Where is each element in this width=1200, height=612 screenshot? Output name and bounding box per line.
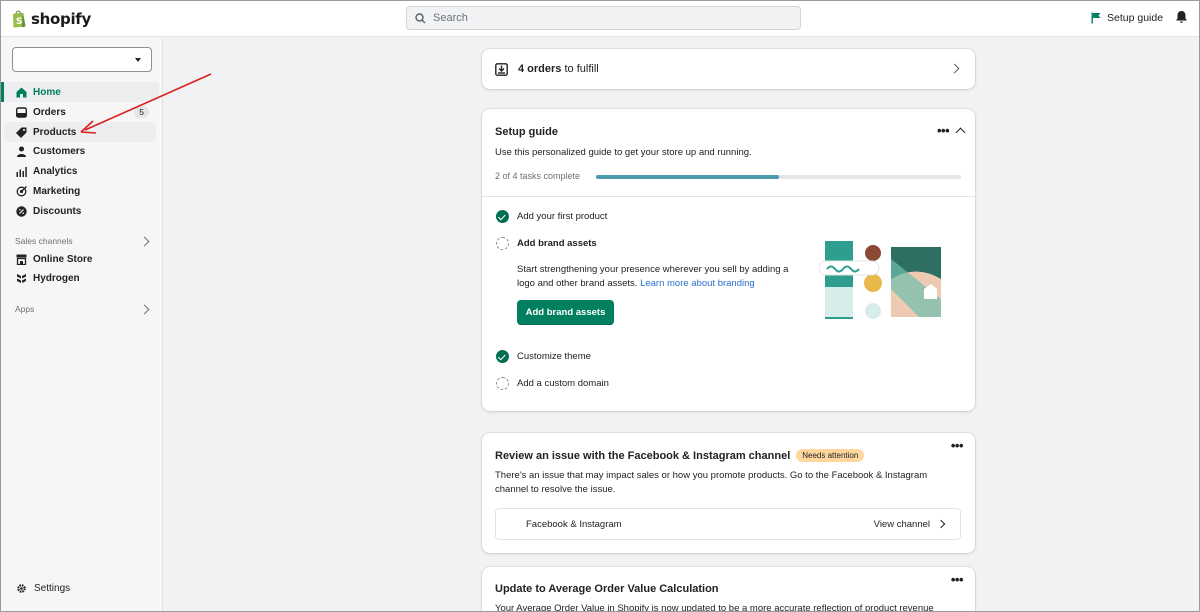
brand-name: shopify xyxy=(31,9,91,28)
task-label: Add brand assets xyxy=(517,238,597,249)
orders-icon xyxy=(16,106,27,118)
top-bar: S shopify Setup guide xyxy=(1,1,1199,37)
chevron-right-icon xyxy=(139,236,150,246)
card-title: Review an issue with the Facebook & Inst… xyxy=(495,449,791,462)
target-icon xyxy=(16,185,27,196)
search-icon xyxy=(415,12,426,23)
person-icon xyxy=(17,146,26,157)
apps-header[interactable]: Apps xyxy=(15,304,151,314)
setup-guide-label: Setup guide xyxy=(1107,12,1164,24)
dashed-circle-icon xyxy=(496,377,509,390)
sidebar-item-discounts[interactable]: Discounts xyxy=(1,201,159,221)
sidebar-item-online-store[interactable]: Online Store xyxy=(1,249,159,269)
sales-channels-header[interactable]: Sales channels xyxy=(15,236,151,246)
svg-text:S: S xyxy=(16,17,22,27)
view-channel-link[interactable]: View channel xyxy=(874,519,930,530)
shopify-logo[interactable]: S shopify xyxy=(11,9,91,28)
discount-icon xyxy=(16,205,27,217)
sidebar-item-customers[interactable]: Customers xyxy=(1,141,159,161)
divider xyxy=(482,196,975,197)
caret-down-icon xyxy=(135,58,141,62)
add-brand-assets-button[interactable]: Add brand assets xyxy=(517,300,614,325)
task-label: Add a custom domain xyxy=(517,378,609,389)
facebook-issue-card: ••• Review an issue with the Facebook & … xyxy=(482,433,975,553)
app-window: S shopify Setup guide xyxy=(0,0,1200,612)
gear-icon xyxy=(17,584,26,593)
task-add-first-product[interactable]: Add your first product xyxy=(496,210,607,223)
home-icon xyxy=(16,87,27,97)
notifications-button[interactable] xyxy=(1175,10,1188,27)
bar-chart-icon xyxy=(16,166,27,177)
shopify-bag-icon: S xyxy=(13,10,26,28)
aov-description: Your Average Order Value in Shopify is n… xyxy=(495,603,934,612)
orders-suffix: to fulfill xyxy=(564,63,599,75)
dashed-circle-icon xyxy=(496,237,509,250)
setup-guide-description: Use this personalized guide to get your … xyxy=(495,147,752,158)
facebook-issue-title: Review an issue with the Facebook & Inst… xyxy=(495,449,865,462)
hydrogen-icon xyxy=(17,273,26,283)
brand-assets-description: Start strengthening your presence wherev… xyxy=(517,263,797,291)
bell-icon xyxy=(1176,11,1187,23)
task-add-brand-assets[interactable]: Add brand assets xyxy=(496,237,597,250)
task-customize-theme[interactable]: Customize theme xyxy=(496,350,591,363)
sidebar-item-label: Marketing xyxy=(33,185,81,197)
more-actions-icon[interactable]: ••• xyxy=(951,438,964,453)
chevron-right-icon xyxy=(139,304,150,314)
checkmark-circle-icon xyxy=(496,210,509,223)
more-actions-icon[interactable]: ••• xyxy=(937,123,950,138)
task-label: Add your first product xyxy=(517,211,608,222)
sidebar-item-label: Orders xyxy=(33,106,66,118)
brand-assets-illustration xyxy=(819,239,949,321)
store-selector[interactable] xyxy=(12,47,152,72)
sidebar-item-label: Discounts xyxy=(33,205,82,217)
task-label: Customize theme xyxy=(517,351,591,362)
store-icon xyxy=(16,254,27,265)
sidebar-item-label: Hydrogen xyxy=(33,272,80,284)
search-bar[interactable] xyxy=(406,6,801,30)
apps-label: Apps xyxy=(15,304,35,314)
facebook-issue-description: There's an issue that may impact sales o… xyxy=(495,470,928,495)
orders-fulfill-text: 4 orders to fulfill xyxy=(518,63,599,75)
chevron-right-icon xyxy=(936,519,946,529)
aov-title: Update to Average Order Value Calculatio… xyxy=(495,583,719,595)
sidebar-item-settings[interactable]: Settings xyxy=(16,583,70,594)
checkmark-circle-icon xyxy=(496,350,509,363)
sales-channels-label: Sales channels xyxy=(15,236,73,246)
task-add-custom-domain[interactable]: Add a custom domain xyxy=(496,377,609,390)
setup-guide-card: Setup guide ••• Use this personalized gu… xyxy=(482,109,975,411)
orders-count: 4 orders xyxy=(518,63,562,75)
facebook-channel-row[interactable]: Facebook & Instagram View channel xyxy=(495,508,961,540)
search-input[interactable] xyxy=(433,12,773,24)
setup-guide-link[interactable]: Setup guide xyxy=(1091,12,1163,24)
progress-bar-fill xyxy=(596,175,779,179)
sidebar-item-hydrogen[interactable]: Hydrogen xyxy=(1,268,159,288)
setup-guide-title: Setup guide xyxy=(495,126,558,138)
annotation-arrow xyxy=(80,73,212,134)
flag-icon xyxy=(1091,12,1101,24)
channel-name: Facebook & Instagram xyxy=(526,519,622,530)
progress-bar xyxy=(596,175,961,179)
chevron-up-icon[interactable] xyxy=(955,127,966,138)
sidebar-item-label: Analytics xyxy=(33,165,78,177)
sidebar-item-analytics[interactable]: Analytics xyxy=(1,161,159,181)
download-icon xyxy=(495,62,508,76)
sidebar-item-label: Products xyxy=(33,126,77,138)
learn-more-branding-link[interactable]: Learn more about branding xyxy=(640,278,755,289)
orders-to-fulfill-card[interactable]: 4 orders to fulfill xyxy=(482,49,975,89)
sidebar-item-label: Home xyxy=(33,86,61,98)
sidebar-item-marketing[interactable]: Marketing xyxy=(1,181,159,201)
more-actions-icon[interactable]: ••• xyxy=(951,572,964,587)
settings-label: Settings xyxy=(34,583,71,594)
sidebar-item-label: Online Store xyxy=(33,253,93,265)
aov-update-card: ••• Update to Average Order Value Calcul… xyxy=(482,567,975,612)
tag-icon xyxy=(16,127,27,138)
sidebar-item-label: Customers xyxy=(33,145,86,157)
chevron-right-icon xyxy=(949,63,960,74)
needs-attention-badge: Needs attention xyxy=(796,449,865,462)
progress-text: 2 of 4 tasks complete xyxy=(495,171,581,181)
